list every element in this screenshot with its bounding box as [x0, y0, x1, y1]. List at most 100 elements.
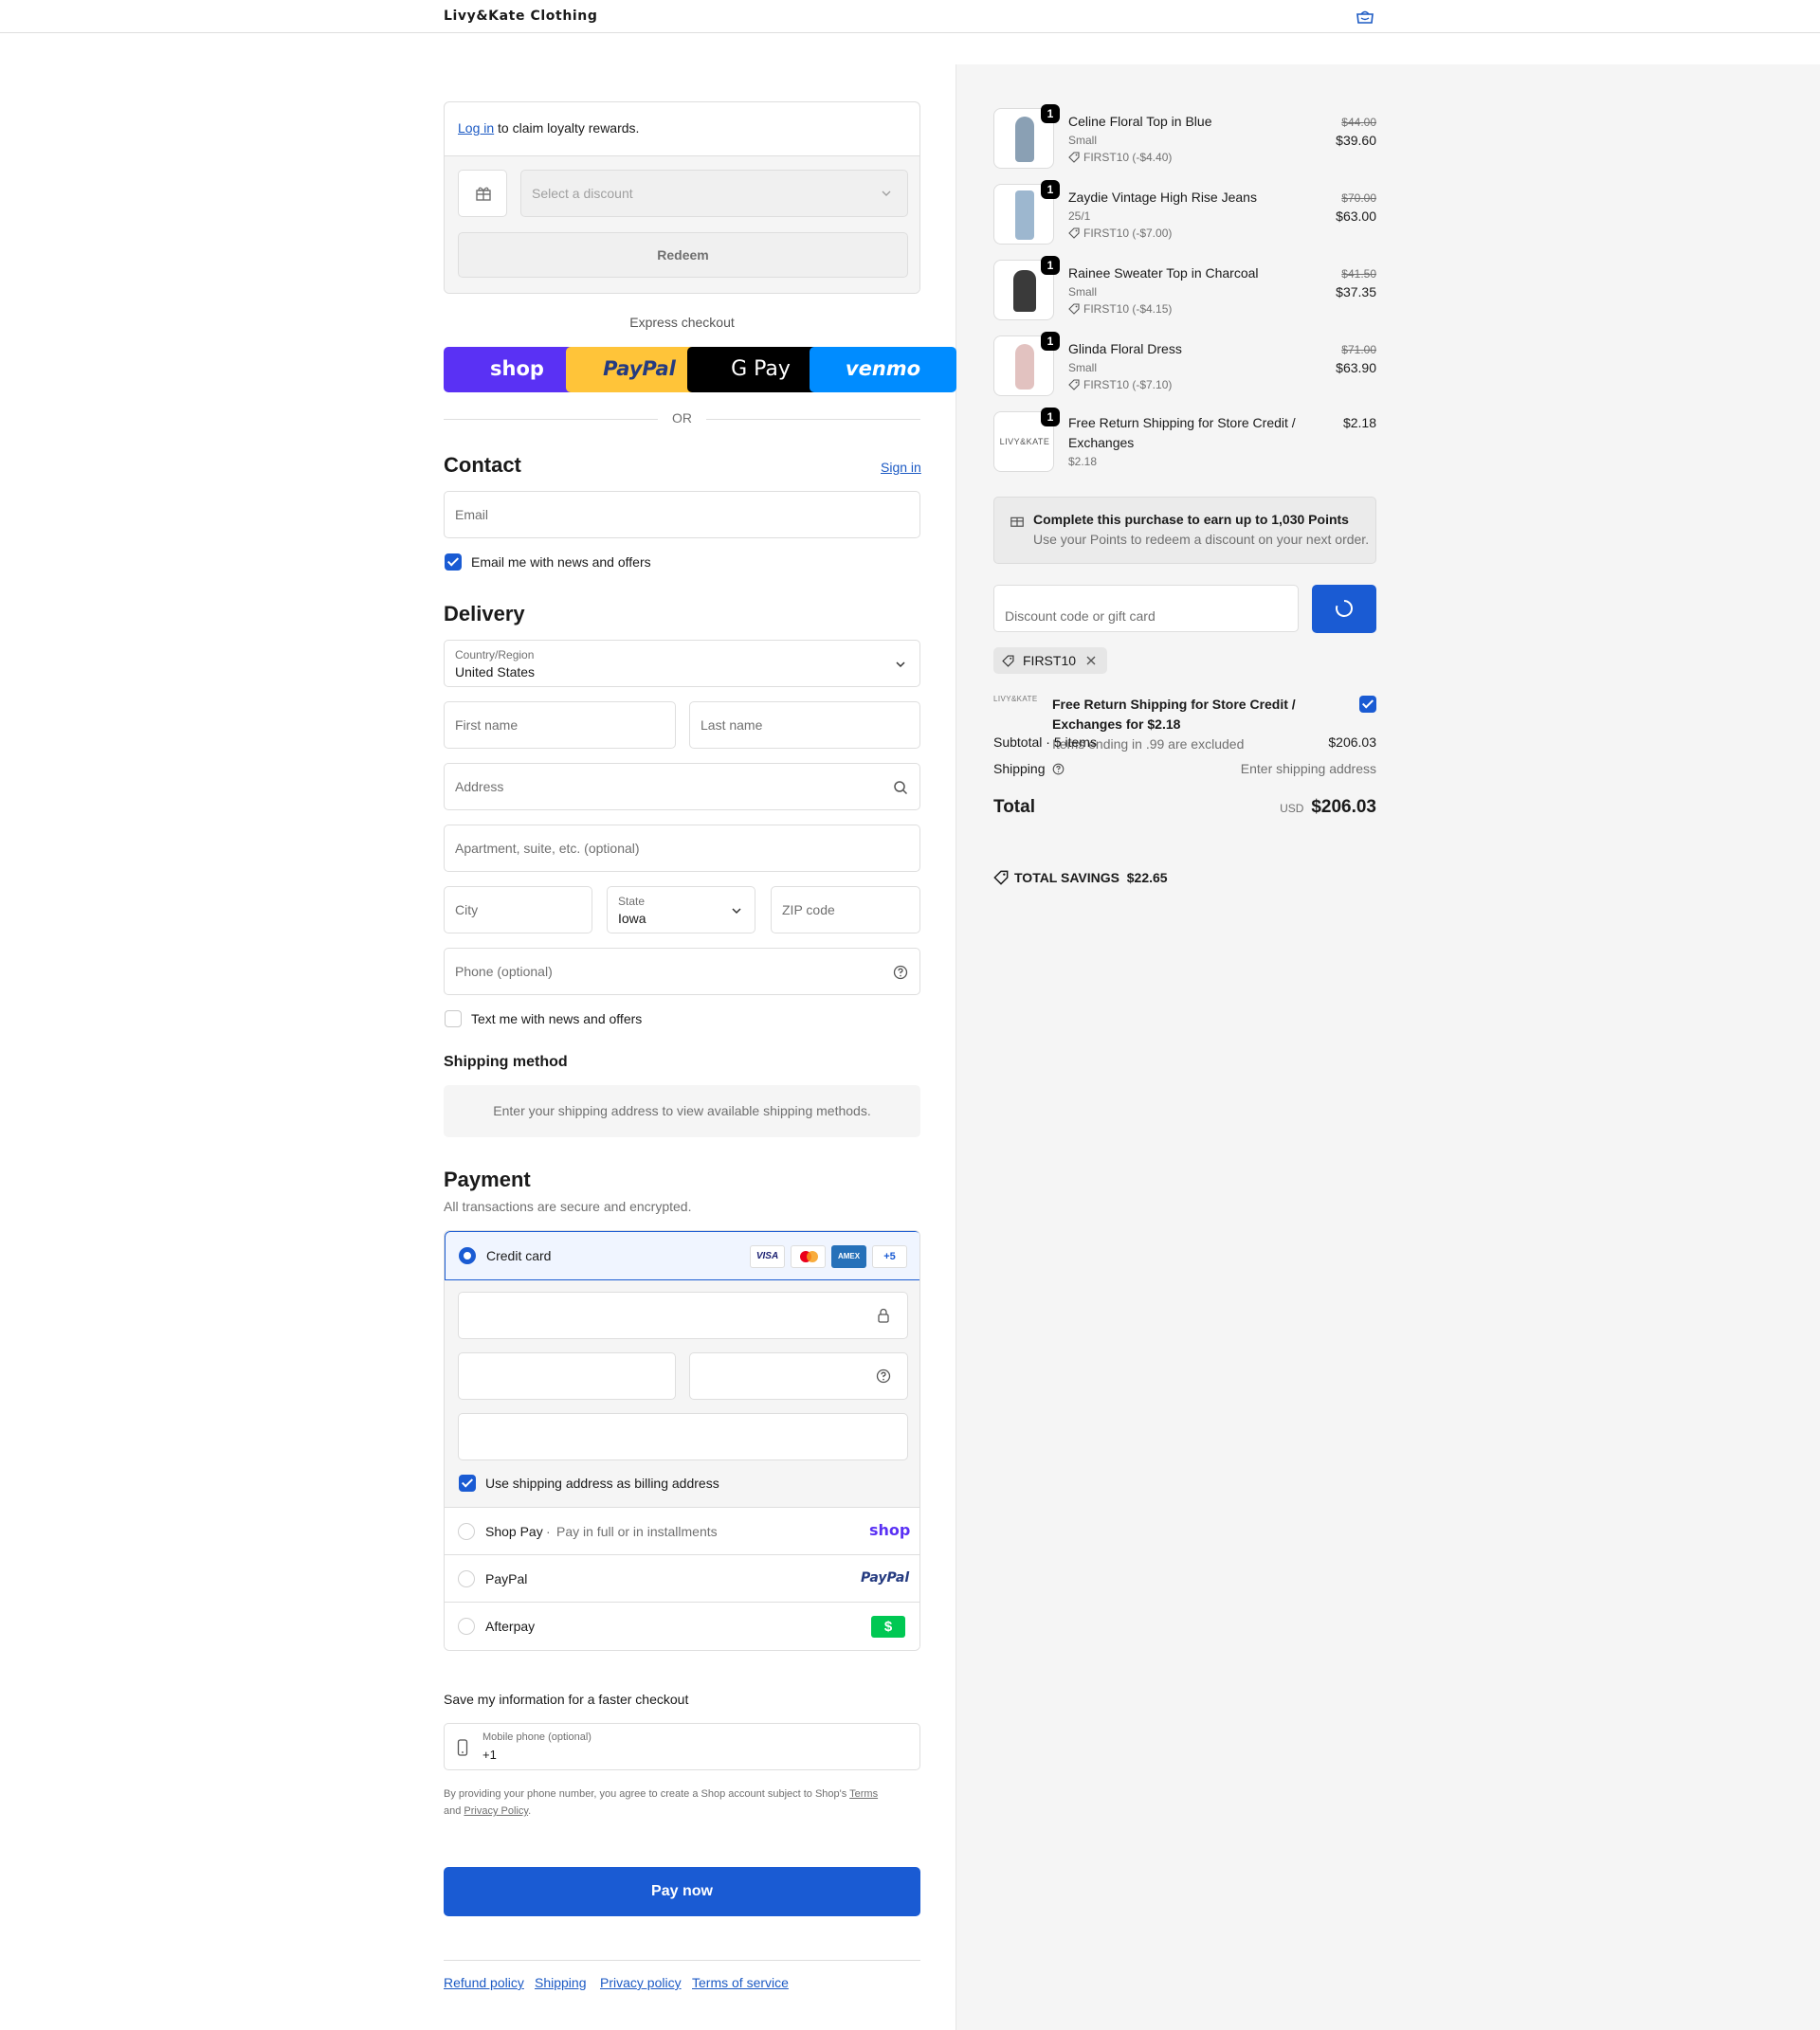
- item-variant: Small: [1068, 361, 1098, 374]
- help-circle-icon[interactable]: [876, 1368, 891, 1384]
- paypal-logo: PayPal: [861, 1570, 910, 1586]
- address-field[interactable]: Address: [444, 763, 920, 810]
- email-news-checkbox[interactable]: [445, 553, 462, 571]
- state-select[interactable]: State Iowa: [607, 886, 755, 933]
- discount-code-field[interactable]: Discount code or gift card: [993, 585, 1299, 632]
- city-placeholder: City: [455, 902, 479, 917]
- mobile-phone-field[interactable]: Mobile phone (optional) +1: [444, 1723, 920, 1770]
- item-old-price: $70.00: [1341, 191, 1376, 205]
- last-name-field[interactable]: Last name: [689, 701, 920, 749]
- afterpay-option[interactable]: Afterpay $: [445, 1603, 919, 1650]
- item-old-price: $71.00: [1341, 343, 1376, 356]
- zip-field[interactable]: ZIP code: [771, 886, 920, 933]
- address-placeholder: Address: [455, 779, 504, 794]
- shipping-method-heading: Shipping method: [444, 1054, 568, 1070]
- terms-link[interactable]: Terms: [849, 1788, 878, 1800]
- apply-discount-button[interactable]: [1312, 585, 1376, 633]
- item-name-line2: Exchanges: [1068, 435, 1135, 450]
- subtotal-label: Subtotal · 5 items: [993, 734, 1097, 750]
- afterpay-label: Afterpay: [485, 1619, 536, 1634]
- card-number-field[interactable]: [458, 1292, 908, 1339]
- venmo-logo: venmo: [845, 357, 921, 380]
- login-link[interactable]: Log in: [458, 120, 494, 136]
- billing-same-checkbox[interactable]: [459, 1475, 476, 1492]
- tag-icon: [1002, 655, 1014, 667]
- mobile-phone-value: +1: [482, 1748, 497, 1762]
- loyalty-discount-area: Select a discount Redeem: [445, 155, 919, 293]
- chevron-down-icon: [896, 662, 905, 668]
- sign-in-link[interactable]: Sign in: [881, 460, 921, 475]
- expiration-field[interactable]: [458, 1352, 676, 1400]
- help-circle-icon[interactable]: [893, 965, 908, 980]
- shipping-label-row: Shipping: [993, 761, 1065, 776]
- quantity-badge: 1: [1041, 256, 1060, 275]
- contact-heading: Contact: [444, 453, 521, 477]
- item-variant: Small: [1068, 285, 1098, 299]
- discount-select[interactable]: Select a discount: [520, 170, 908, 217]
- brand-logo[interactable]: Livy&Kate Clothing: [444, 9, 597, 24]
- shop-pay-option[interactable]: Shop Pay · Pay in full or in installment…: [445, 1508, 919, 1555]
- upsell-title-line1: Free Return Shipping for Store Credit /: [1052, 697, 1296, 712]
- email-field[interactable]: Email: [444, 491, 920, 538]
- credit-card-option[interactable]: Credit card VISA AMEX +5: [445, 1231, 919, 1280]
- paypal-radio[interactable]: [458, 1570, 475, 1587]
- divider-right: [706, 419, 920, 420]
- privacy-policy-footer-link[interactable]: Privacy policy: [600, 1975, 682, 1990]
- savings-label: TOTAL SAVINGS: [1014, 870, 1119, 885]
- phone-field[interactable]: Phone (optional): [444, 948, 920, 995]
- apartment-field[interactable]: Apartment, suite, etc. (optional): [444, 825, 920, 872]
- applied-code: FIRST10: [1023, 653, 1077, 668]
- order-summary-panel: [956, 64, 1820, 2030]
- item-name: Rainee Sweater Top in Charcoal: [1068, 265, 1259, 281]
- upsell-title-line2: Exchanges for $2.18: [1052, 716, 1181, 732]
- item-price: $37.35: [1336, 284, 1376, 299]
- shop-pay-label: Shop Pay: [485, 1524, 543, 1539]
- text-news-checkbox[interactable]: [445, 1010, 462, 1027]
- terms-of-service-link[interactable]: Terms of service: [692, 1975, 789, 1990]
- item-name: Celine Floral Top in Blue: [1068, 114, 1212, 129]
- shipping-method-message: Enter your shipping address to view avai…: [444, 1085, 920, 1137]
- tag-icon: [1068, 379, 1080, 390]
- afterpay-radio[interactable]: [458, 1618, 475, 1635]
- billing-same-label: Use shipping address as billing address: [485, 1476, 719, 1491]
- payment-methods: Credit card VISA AMEX +5 Use shipping ad…: [444, 1230, 920, 1651]
- tag-icon: [1068, 152, 1080, 163]
- apartment-placeholder: Apartment, suite, etc. (optional): [455, 841, 640, 856]
- redeem-button[interactable]: Redeem: [458, 232, 908, 278]
- points-banner: Complete this purchase to earn up to 1,0…: [993, 497, 1376, 564]
- gift-button[interactable]: [458, 170, 507, 217]
- privacy-policy-link[interactable]: Privacy Policy: [464, 1805, 528, 1817]
- close-icon[interactable]: [1085, 655, 1097, 666]
- payment-heading: Payment: [444, 1168, 531, 1191]
- shipping-policy-link[interactable]: Shipping: [535, 1975, 587, 1990]
- delivery-heading: Delivery: [444, 602, 525, 625]
- credit-card-label: Credit card: [486, 1248, 552, 1263]
- shipping-label: Shipping: [993, 761, 1046, 776]
- credit-card-radio[interactable]: [459, 1247, 476, 1264]
- item-discount: FIRST10 (-$4.15): [1068, 302, 1172, 316]
- applied-discount-tag: FIRST10: [993, 647, 1107, 674]
- total-savings-row: TOTAL SAVINGS $22.65: [993, 870, 1168, 885]
- city-field[interactable]: City: [444, 886, 592, 933]
- paypal-option[interactable]: PayPal PayPal: [445, 1555, 919, 1603]
- country-select[interactable]: Country/Region United States: [444, 640, 920, 687]
- total-row-value: USD $206.03: [1187, 797, 1376, 818]
- upsell-checkbox[interactable]: [1359, 696, 1376, 713]
- first-name-field[interactable]: First name: [444, 701, 676, 749]
- security-code-field[interactable]: [689, 1352, 908, 1400]
- quantity-badge: 1: [1041, 332, 1060, 351]
- item-variant: $2.18: [1068, 455, 1098, 468]
- help-circle-icon[interactable]: [1052, 763, 1065, 775]
- afterpay-logo: $: [871, 1616, 905, 1638]
- express-checkout-title: Express checkout: [629, 315, 735, 330]
- gift-icon: [476, 187, 491, 201]
- upsell-logo: LIVY&KATE: [993, 695, 1038, 703]
- mastercard-icon: [791, 1245, 826, 1268]
- venmo-button[interactable]: venmo: [810, 347, 956, 392]
- shop-pay-radio[interactable]: [458, 1523, 475, 1540]
- pay-now-button[interactable]: Pay now: [444, 1867, 920, 1916]
- refund-policy-link[interactable]: Refund policy: [444, 1975, 524, 1990]
- name-on-card-field[interactable]: [458, 1413, 908, 1460]
- shopping-bag-icon[interactable]: [1355, 9, 1375, 25]
- item-price: $63.90: [1336, 360, 1376, 375]
